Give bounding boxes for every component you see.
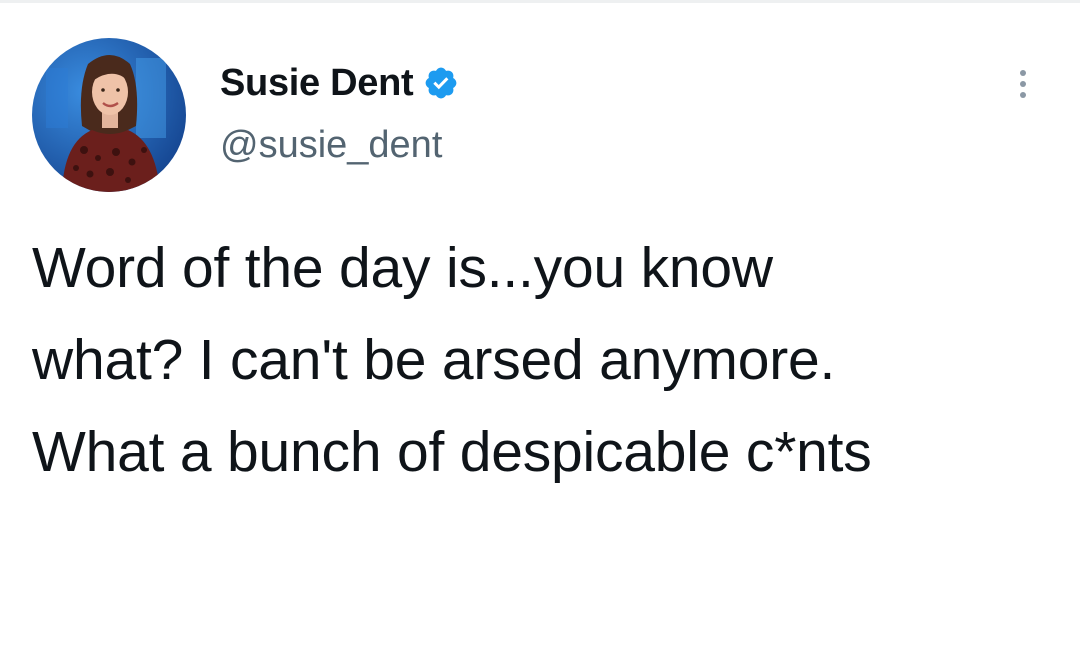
tweet-text-line: what? I can't be arsed anymore.: [32, 328, 836, 392]
tweet-text-line: Word of the day is...you know: [32, 236, 773, 300]
tweet-text-line: What a bunch of despicable c*nts: [32, 420, 872, 484]
display-name[interactable]: Susie Dent: [220, 62, 414, 105]
avatar-image: [32, 38, 186, 192]
more-dot: [1020, 70, 1026, 76]
more-dot: [1020, 92, 1026, 98]
verified-badge-icon: [426, 67, 457, 99]
top-divider: [0, 0, 1080, 3]
author-handle[interactable]: @susie_dent: [220, 124, 442, 167]
tweet: Susie Dent @susie_dent Word of the day i…: [0, 0, 1080, 656]
avatar[interactable]: [32, 38, 186, 192]
author-name-row: Susie Dent: [220, 58, 459, 108]
tweet-text: Word of the day is...you know what? I ca…: [32, 222, 1042, 498]
more-dot: [1020, 81, 1026, 87]
more-options-icon[interactable]: [1008, 64, 1038, 104]
